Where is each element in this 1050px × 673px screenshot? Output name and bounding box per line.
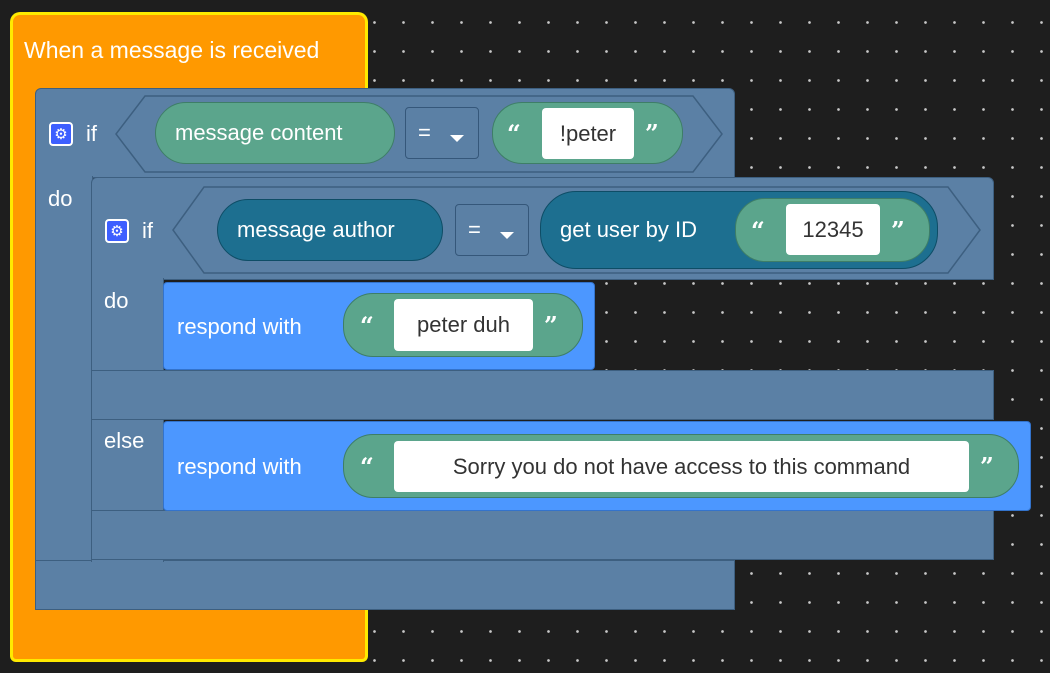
response-text-field[interactable]: Sorry you do not have access to this com… — [394, 441, 969, 492]
outer-do-label: do — [48, 186, 73, 211]
quote-open-icon: “ — [507, 119, 521, 148]
event-block-footer — [10, 608, 368, 662]
inner-if-footer — [91, 510, 994, 560]
outer-if-label: if — [86, 121, 97, 146]
message-author-label: message author — [237, 217, 395, 242]
respond-with-label: respond with — [177, 454, 302, 479]
caret-down-icon — [450, 129, 464, 147]
gear-icon[interactable]: ⚙ — [49, 122, 73, 146]
user-id-field[interactable]: 12345 — [786, 204, 880, 255]
message-content-label: message content — [175, 120, 343, 145]
quote-open-icon: “ — [360, 311, 374, 340]
gear-icon[interactable]: ⚙ — [105, 219, 129, 243]
outer-if-footer — [35, 560, 735, 610]
operator-label: = — [468, 217, 481, 242]
get-user-by-id-label: get user by ID — [560, 217, 697, 242]
quote-close-icon: ” — [891, 216, 905, 245]
operator-dropdown[interactable] — [405, 107, 479, 159]
respond-with-label: respond with — [177, 314, 302, 339]
inner-if-label: if — [142, 218, 153, 243]
caret-down-icon — [500, 226, 514, 244]
quote-close-icon: ” — [544, 311, 558, 340]
quote-open-icon: “ — [751, 216, 765, 245]
operator-label: = — [418, 120, 431, 145]
event-block-label: When a message is received — [24, 37, 320, 63]
inner-else-label: else — [104, 428, 145, 453]
string-field[interactable]: !peter — [542, 108, 634, 159]
quote-close-icon: ” — [980, 452, 994, 481]
operator-dropdown[interactable] — [455, 204, 529, 256]
response-text-field[interactable]: peter duh — [394, 299, 533, 351]
quote-close-icon: ” — [645, 119, 659, 148]
outer-if-arm — [35, 176, 93, 566]
event-block-arm — [10, 88, 38, 613]
inner-do-label: do — [104, 288, 129, 313]
quote-open-icon: “ — [360, 452, 374, 481]
inner-if-else-separator — [91, 370, 994, 420]
